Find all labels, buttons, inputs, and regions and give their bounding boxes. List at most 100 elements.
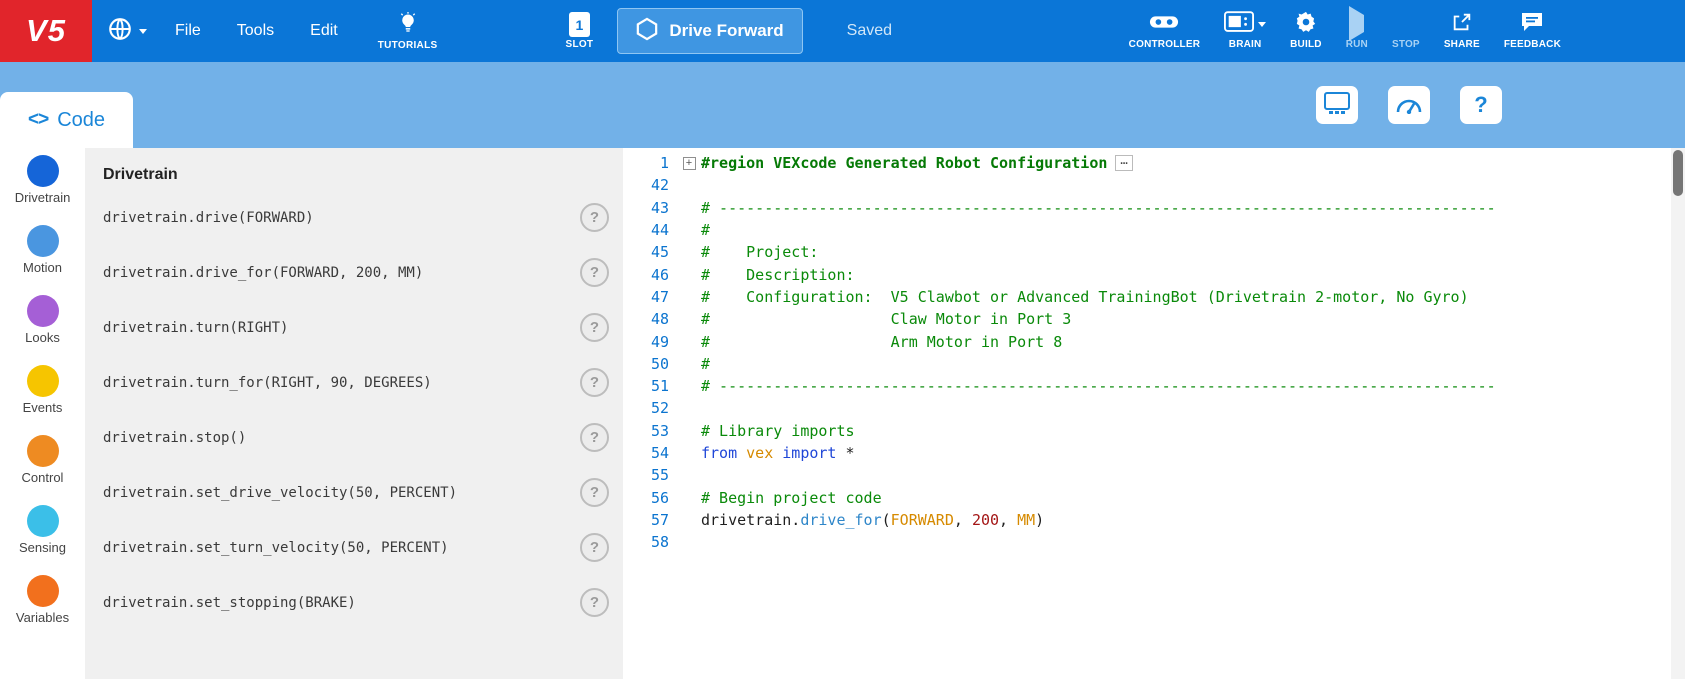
editor-scrollbar[interactable] [1671, 148, 1685, 679]
command-help-button[interactable]: ? [580, 258, 609, 287]
code-lines: 1+#region VEXcode Generated Robot Config… [623, 152, 1685, 553]
command-row[interactable]: drivetrain.set_drive_velocity(50, PERCEN… [103, 465, 609, 520]
category-label: Drivetrain [15, 190, 71, 205]
command-help-button[interactable]: ? [580, 313, 609, 342]
command-row[interactable]: drivetrain.set_turn_velocity(50, PERCENT… [103, 520, 609, 575]
feedback-label: FEEDBACK [1504, 39, 1561, 50]
command-help-button[interactable]: ? [580, 533, 609, 562]
feedback-button[interactable]: FEEDBACK [1492, 12, 1573, 50]
command-panel: Drivetrain drivetrain.drive(FORWARD)?dri… [85, 148, 623, 679]
project-name: Drive Forward [669, 21, 783, 41]
top-bar: V5 FileToolsEdit TUTORIALS 1 SLOT Drive … [0, 0, 1685, 62]
command-row[interactable]: drivetrain.set_stopping(BRAKE)? [103, 575, 609, 630]
category-label: Motion [23, 260, 62, 275]
line-number: 45 [623, 243, 677, 261]
build-button[interactable]: BUILD [1278, 12, 1334, 50]
category-dot [27, 505, 59, 537]
category-label: Looks [25, 330, 60, 345]
command-help-button[interactable]: ? [580, 588, 609, 617]
command-text: drivetrain.drive(FORWARD) [103, 210, 314, 226]
command-help-button[interactable]: ? [580, 203, 609, 232]
topbar-actions: CONTROLLER BRAIN BUILD RUNSTOPSHARE FEEDBACK [1117, 12, 1573, 50]
category-dot [27, 155, 59, 187]
category-sensing[interactable]: Sensing [0, 505, 85, 575]
line-number: 57 [623, 511, 677, 529]
dashboard-button[interactable] [1388, 86, 1430, 124]
project-name-button[interactable]: Drive Forward [617, 8, 802, 54]
line-number: 52 [623, 399, 677, 417]
code-editor[interactable]: 1+#region VEXcode Generated Robot Config… [623, 148, 1685, 679]
line-number: 44 [623, 221, 677, 239]
command-text: drivetrain.turn(RIGHT) [103, 320, 288, 336]
command-text: drivetrain.drive_for(FORWARD, 200, MM) [103, 265, 423, 281]
brain-button[interactable]: BRAIN [1212, 12, 1278, 50]
category-dot [27, 365, 59, 397]
category-control[interactable]: Control [0, 435, 85, 505]
brain-icon [1224, 11, 1254, 37]
category-label: Events [23, 400, 63, 415]
category-motion[interactable]: Motion [0, 225, 85, 295]
line-number: 55 [623, 466, 677, 484]
gauge-icon [1395, 94, 1423, 117]
build-label: BUILD [1290, 39, 1322, 50]
line-number: 50 [623, 355, 677, 373]
category-variables[interactable]: Variables [0, 575, 85, 645]
code-line: 45# Project: [623, 241, 1685, 263]
menu-edit[interactable]: Edit [292, 22, 356, 40]
menu-file[interactable]: File [157, 22, 219, 40]
chevron-down-icon [139, 29, 147, 34]
language-button[interactable] [107, 16, 147, 47]
scrollbar-thumb[interactable] [1673, 150, 1683, 196]
code-line: 57drivetrain.drive_for(FORWARD, 200, MM) [623, 509, 1685, 531]
category-events[interactable]: Events [0, 365, 85, 435]
code-line: 50# [623, 353, 1685, 375]
line-number: 53 [623, 422, 677, 440]
line-number: 56 [623, 489, 677, 507]
share-button[interactable]: SHARE [1432, 12, 1492, 50]
menu-tools[interactable]: Tools [219, 22, 292, 40]
menu-bar: FileToolsEdit [157, 22, 356, 40]
command-help-button[interactable]: ? [580, 423, 609, 452]
controller-button[interactable]: CONTROLLER [1117, 12, 1212, 50]
code-line: 58 [623, 531, 1685, 553]
command-row[interactable]: drivetrain.turn(RIGHT)? [103, 300, 609, 355]
command-row[interactable]: drivetrain.drive_for(FORWARD, 200, MM)? [103, 245, 609, 300]
main-area: Drivetrain Motion Looks Events Control Sensin… [0, 148, 1685, 679]
category-dot [27, 225, 59, 257]
device-button[interactable] [1316, 86, 1358, 124]
slot-number-icon: 1 [569, 12, 590, 37]
controller-label: CONTROLLER [1129, 39, 1200, 50]
command-row[interactable]: drivetrain.turn_for(RIGHT, 90, DEGREES)? [103, 355, 609, 410]
run-icon [1349, 15, 1364, 33]
category-label: Sensing [19, 540, 66, 555]
category-dot [27, 575, 59, 607]
command-help-button[interactable]: ? [580, 368, 609, 397]
category-drivetrain[interactable]: Drivetrain [0, 155, 85, 225]
stop-button[interactable]: STOP [1380, 12, 1432, 50]
code-line: 56# Begin project code [623, 486, 1685, 508]
line-number: 47 [623, 288, 677, 306]
vexcode-logo[interactable]: V5 [0, 0, 92, 62]
category-looks[interactable]: Looks [0, 295, 85, 365]
slot-button[interactable]: 1 SLOT [565, 12, 593, 50]
command-help-button[interactable]: ? [580, 478, 609, 507]
tutorials-button[interactable]: TUTORIALS [378, 11, 438, 51]
code-line: 48# Claw Motor in Port 3 [623, 308, 1685, 330]
fold-toggle-icon[interactable]: + [683, 157, 696, 170]
sub-toolbar: <> Code ? [0, 62, 1685, 148]
command-row[interactable]: drivetrain.drive(FORWARD)? [103, 190, 609, 245]
category-dot [27, 435, 59, 467]
line-number: 49 [623, 333, 677, 351]
tab-code[interactable]: <> Code [0, 92, 133, 148]
line-number: 43 [623, 199, 677, 217]
help-button[interactable]: ? [1460, 86, 1502, 124]
tab-code-label: Code [57, 109, 105, 132]
category-sidebar: Drivetrain Motion Looks Events Control Sensin… [0, 148, 85, 679]
code-line: 1+#region VEXcode Generated Robot Config… [623, 152, 1685, 174]
line-number: 54 [623, 444, 677, 462]
category-label: Variables [16, 610, 69, 625]
fold-ellipsis[interactable]: ⋯ [1115, 155, 1132, 171]
command-row[interactable]: drivetrain.stop()? [103, 410, 609, 465]
code-brackets-icon: <> [28, 109, 48, 131]
run-button[interactable]: RUN [1334, 12, 1380, 50]
